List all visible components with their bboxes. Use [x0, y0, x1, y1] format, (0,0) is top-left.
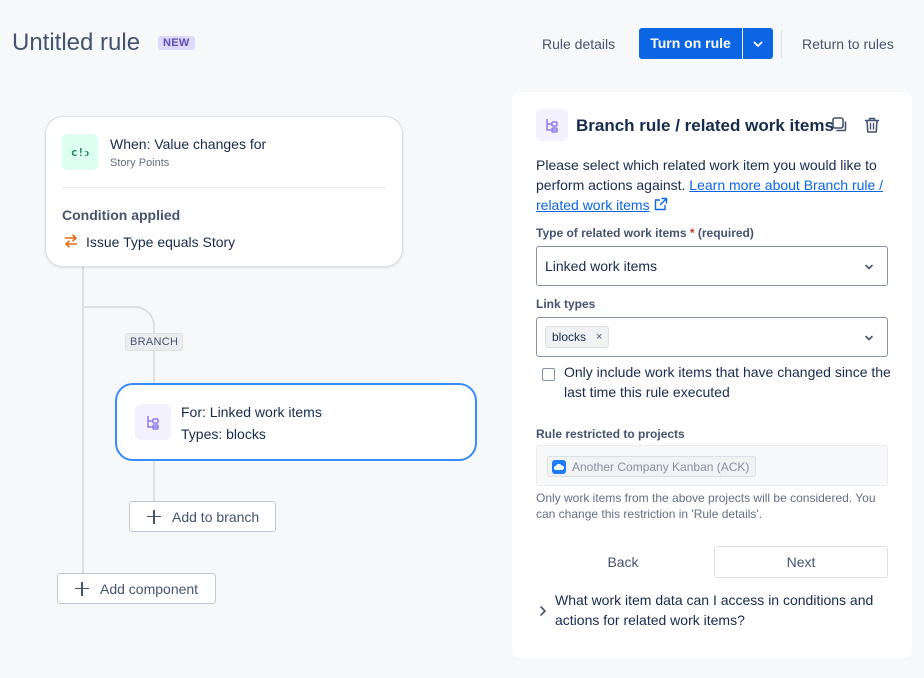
plus-icon [74, 581, 90, 597]
restriction-helper-text: Only work items from the above projects … [536, 491, 876, 521]
return-to-rules-button[interactable]: Return to rules [794, 28, 902, 60]
trigger-subtitle: Story Points [110, 157, 170, 169]
link-type-tag: blocks × [545, 326, 610, 348]
value-change-icon: c!ↄ [62, 134, 98, 170]
type-select-value: Linked work items [545, 258, 658, 274]
type-select[interactable]: Linked work items [536, 246, 888, 286]
page-title: Untitled rule [12, 29, 141, 56]
branch-title: For: Linked work items [181, 404, 322, 420]
condition-swap-icon [64, 234, 78, 248]
condition-title: Condition applied [62, 207, 181, 223]
duplicate-icon[interactable] [831, 116, 849, 134]
turn-on-rule-button[interactable]: Turn on rule [639, 28, 742, 59]
remove-tag-icon[interactable]: × [596, 331, 602, 343]
checkbox-label: Only include work items that have change… [564, 364, 891, 400]
add-to-branch-button[interactable]: Add to branch [129, 501, 276, 532]
trash-icon[interactable] [863, 116, 881, 134]
branch-card[interactable]: For: Linked work items Types: blocks [115, 383, 477, 461]
branch-label: BRANCH [125, 333, 184, 351]
project-icon [552, 459, 566, 474]
link-types-select[interactable]: blocks × [536, 317, 888, 357]
plus-icon [146, 509, 162, 525]
add-component-button[interactable]: Add component [57, 573, 216, 604]
link-types-label: Link types [536, 297, 596, 311]
project-tag: Another Company Kanban (ACK) [547, 456, 757, 477]
add-component-label: Add component [100, 580, 199, 597]
branch-subtitle: Types: blocks [181, 426, 266, 442]
header-divider [781, 30, 782, 58]
add-to-branch-label: Add to branch [172, 508, 260, 525]
external-link-icon [654, 197, 667, 211]
trigger-card[interactable]: c!ↄ When: Value changes for Story Points… [45, 116, 403, 267]
back-button[interactable]: Back [536, 546, 710, 578]
condition-text: Issue Type equals Story [86, 234, 236, 250]
required-asterisk: * [689, 226, 695, 240]
new-badge: NEW [158, 36, 195, 50]
chevron-down-icon [753, 41, 763, 47]
turn-on-dropdown-button[interactable] [743, 28, 773, 59]
trigger-title: When: Value changes for [110, 136, 267, 152]
changed-since-checkbox[interactable] [542, 368, 555, 381]
panel-description: Please select which related work item yo… [536, 155, 888, 215]
branch-icon [536, 109, 568, 141]
branch-connector-line [153, 346, 155, 384]
branch-connector-line-lower [153, 461, 155, 501]
chevron-right-icon[interactable] [538, 605, 548, 617]
restricted-label: Rule restricted to projects [536, 427, 685, 441]
faq-toggle[interactable]: What work item data can I access in cond… [555, 590, 895, 630]
chevron-down-icon [865, 335, 873, 341]
branch-icon [135, 404, 171, 440]
type-field-label: Type of related work items * (required) [536, 226, 754, 240]
trigger-divider [62, 187, 386, 188]
restricted-projects-field: Another Company Kanban (ACK) [536, 445, 888, 486]
next-button[interactable]: Next [714, 546, 888, 578]
rule-details-button[interactable]: Rule details [533, 28, 624, 60]
chevron-down-icon [865, 264, 873, 270]
panel-title: Branch rule / related work items [576, 116, 834, 135]
config-panel: Branch rule / related work items Please … [512, 92, 912, 658]
